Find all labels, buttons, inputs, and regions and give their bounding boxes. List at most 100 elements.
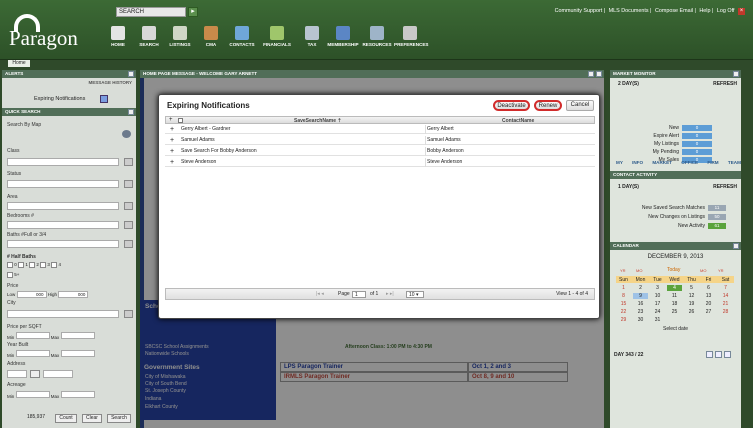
half-bath-2-checkbox[interactable] — [29, 262, 36, 268]
cal-next-year[interactable]: YR — [718, 268, 724, 273]
street-number-input[interactable] — [7, 370, 27, 378]
refresh-link[interactable]: REFRESH — [713, 81, 737, 87]
compose-email-link[interactable]: Compose Email — [655, 8, 693, 14]
help-link[interactable]: Help — [699, 8, 710, 14]
renew-button[interactable]: Renew — [534, 100, 562, 111]
table-row[interactable]: + Save Search For Bobby Anderson Bobby And… — [165, 147, 595, 156]
status-picker-button[interactable] — [124, 180, 133, 188]
nav-cma[interactable]: CMA — [195, 26, 227, 52]
year-built-max-input[interactable] — [60, 350, 95, 357]
calendar-day[interactable]: 1 — [616, 285, 631, 291]
nav-membership[interactable]: MEMBERSHIP — [327, 26, 359, 52]
tab-office[interactable]: OFFICE — [681, 160, 698, 165]
area-field[interactable] — [7, 202, 119, 210]
status-field[interactable] — [7, 180, 119, 188]
half-bath-1-checkbox[interactable] — [18, 262, 25, 268]
table-row[interactable]: + Gerry Albert - Gardner Gerry Albert — [165, 125, 595, 134]
nav-listings[interactable]: LISTINGS — [164, 26, 196, 52]
calendar-day[interactable]: 24 — [650, 309, 665, 315]
global-search-input[interactable]: SEARCH — [116, 7, 186, 17]
close-icon[interactable]: × — [738, 8, 745, 15]
half-bath-3-checkbox[interactable] — [40, 262, 47, 268]
nav-home[interactable]: HOME — [102, 26, 134, 52]
city-picker-button[interactable] — [124, 310, 133, 318]
page-number-input[interactable]: 1 — [352, 291, 366, 298]
nav-tax[interactable]: TAX — [296, 26, 328, 52]
select-all-checkbox[interactable] — [178, 118, 183, 123]
collapse-icon[interactable] — [733, 243, 739, 249]
calendar-day[interactable]: 20 — [701, 301, 716, 307]
activity-count[interactable]: 61 — [708, 223, 726, 229]
calendar-day[interactable]: 8 — [616, 293, 631, 299]
tab-team[interactable]: TEAM — [728, 160, 741, 165]
count-button[interactable]: Count — [55, 414, 77, 423]
calendar-day[interactable]: 9 — [633, 293, 648, 299]
calendar-day[interactable]: 18 — [667, 301, 682, 307]
week-view-icon[interactable] — [715, 351, 722, 358]
bedrooms-picker-button[interactable] — [124, 221, 133, 229]
search-go-button[interactable]: ▸ — [188, 7, 198, 17]
next-last-page-icon[interactable]: ▸ ▸| — [386, 289, 394, 299]
calendar-day[interactable]: 22 — [616, 309, 631, 315]
contact-period-select[interactable]: 1 DAY(S) — [618, 184, 639, 190]
cal-next-month[interactable]: MO — [700, 268, 706, 273]
column-contactname[interactable]: ContactName — [502, 118, 534, 124]
calendar-day[interactable]: 23 — [633, 309, 648, 315]
calendar-day[interactable]: 10 — [650, 293, 665, 299]
cal-prev-year[interactable]: YR — [620, 268, 626, 273]
column-savesearchname[interactable]: SaveSearchName ⇡ — [294, 118, 342, 124]
monitor-count[interactable]: 0 — [682, 125, 712, 131]
table-row[interactable]: + Samuel Adams Samuel Adams — [165, 136, 595, 145]
class-field[interactable] — [7, 158, 119, 166]
calendar-day[interactable]: 2 — [633, 285, 648, 291]
calendar-day[interactable]: 30 — [633, 317, 648, 323]
calendar-day[interactable]: 21 — [718, 301, 733, 307]
mls-documents-link[interactable]: MLS Documents — [609, 8, 649, 14]
collapse-icon[interactable] — [733, 71, 739, 77]
nav-preferences[interactable]: PREFERENCES — [394, 26, 428, 52]
calendar-day[interactable]: 15 — [616, 301, 631, 307]
activity-count[interactable]: 50 — [708, 214, 726, 220]
refresh-link[interactable]: REFRESH — [713, 184, 737, 190]
tab-home[interactable]: Home — [8, 60, 30, 67]
collapse-icon[interactable] — [596, 71, 602, 77]
class-picker-button[interactable] — [124, 158, 133, 166]
collapse-icon[interactable] — [128, 109, 134, 115]
month-view-icon[interactable] — [724, 351, 731, 358]
calendar-day[interactable]: 6 — [701, 285, 716, 291]
table-row[interactable]: + Steve Anderson Steve Anderson — [165, 158, 595, 167]
rows-per-page-select[interactable]: 10 ▾ — [406, 291, 424, 298]
monitor-count[interactable]: 0 — [682, 133, 712, 139]
price-high-input[interactable]: 000 — [58, 291, 89, 298]
day-view-icon[interactable] — [706, 351, 713, 358]
area-picker-button[interactable] — [124, 202, 133, 210]
calendar-day[interactable]: 11 — [667, 293, 682, 299]
expand-row-icon[interactable]: + — [170, 147, 174, 156]
calendar-day[interactable]: 27 — [701, 309, 716, 315]
expand-row-icon[interactable]: + — [170, 125, 174, 134]
collapse-icon[interactable] — [128, 71, 134, 77]
alert-count-badge[interactable] — [100, 95, 108, 103]
direction-select[interactable] — [30, 370, 40, 378]
city-field[interactable] — [7, 310, 119, 318]
tab-my-info[interactable]: MY INFO — [616, 160, 643, 165]
calendar-day[interactable]: 31 — [650, 317, 665, 323]
calendar-day[interactable]: 28 — [718, 309, 733, 315]
message-history-link[interactable]: MESSAGE HISTORY — [88, 80, 132, 85]
acreage-min-input[interactable] — [15, 391, 50, 398]
calendar-day[interactable]: 14 — [718, 293, 733, 299]
activity-count[interactable]: 11 — [708, 205, 726, 211]
baths-field[interactable] — [7, 240, 119, 248]
calendar-day[interactable]: 19 — [684, 301, 699, 307]
map-icon[interactable] — [122, 130, 131, 138]
first-prev-page-icon[interactable]: |◂ ◂ — [316, 289, 324, 299]
log-off-link[interactable]: Log Off — [717, 8, 735, 14]
expand-icon[interactable] — [588, 71, 594, 77]
cal-today[interactable]: Today — [667, 267, 680, 273]
price-low-input[interactable]: 000 — [16, 291, 47, 298]
expand-all-icon[interactable]: + — [169, 117, 173, 123]
acreage-max-input[interactable] — [60, 391, 95, 398]
calendar-day[interactable]: 25 — [667, 309, 682, 315]
expiring-notifications-link[interactable]: Expiring Notifications — [34, 96, 85, 102]
calendar-day[interactable]: 12 — [684, 293, 699, 299]
